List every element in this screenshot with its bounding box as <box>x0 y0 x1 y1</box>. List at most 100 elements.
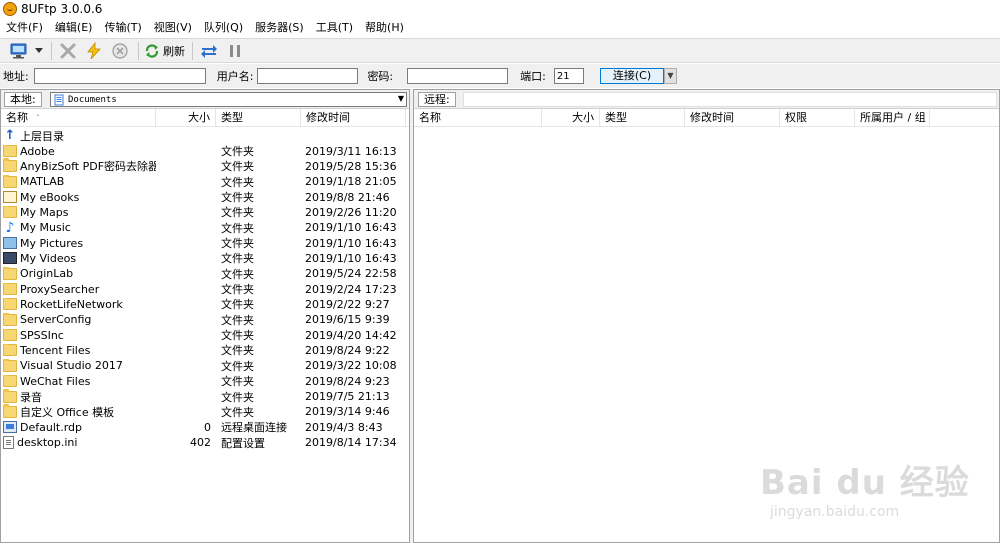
table-row[interactable]: My eBooks 文件夹 2019/8/8 21:46 <box>1 189 409 204</box>
table-row[interactable]: My Videos 文件夹 2019/1/10 16:43 <box>1 251 409 266</box>
stop-button[interactable] <box>109 40 131 61</box>
table-row[interactable]: ♪ My Music 文件夹 2019/1/10 16:43 <box>1 220 409 235</box>
menu-transfer[interactable]: 传输(T) <box>98 18 147 37</box>
table-row[interactable]: My Pictures 文件夹 2019/1/10 16:43 <box>1 235 409 250</box>
row-type: 文件夹 <box>221 145 254 159</box>
menu-help[interactable]: 帮助(H) <box>359 18 410 37</box>
remote-col-permissions[interactable]: 权限 <box>780 109 855 127</box>
username-input[interactable] <box>257 68 359 84</box>
pause-button[interactable] <box>224 40 246 61</box>
table-row[interactable]: ProxySearcher 文件夹 2019/2/24 17:23 <box>1 281 409 296</box>
password-input[interactable] <box>407 68 509 84</box>
watermark-main: Bai du 经验 <box>760 463 970 503</box>
remote-col-size[interactable]: 大小 <box>542 109 600 127</box>
row-name: Default.rdp <box>20 420 82 434</box>
row-name-cell: My Videos <box>1 252 156 265</box>
site-manager-dropdown[interactable] <box>34 40 44 61</box>
row-name-cell: ↑ 上层目录 <box>1 128 156 144</box>
row-type: 文件夹 <box>221 344 254 358</box>
row-name: Adobe <box>20 144 55 158</box>
row-type: 文件夹 <box>221 160 254 174</box>
row-modified: 2019/2/24 17:23 <box>305 282 397 296</box>
row-size: 0 <box>204 420 211 434</box>
remote-path-bar: 远程: <box>414 90 999 109</box>
toolbar-separator <box>138 41 139 60</box>
row-modified: 2019/2/26 11:20 <box>305 205 397 219</box>
connect-button[interactable]: 连接(C) <box>600 68 664 84</box>
table-row[interactable]: OriginLab 文件夹 2019/5/24 22:58 <box>1 266 409 281</box>
port-input[interactable] <box>553 68 584 84</box>
menu-file[interactable]: 文件(F) <box>0 18 49 37</box>
quick-connect-button[interactable] <box>83 40 105 61</box>
row-name-cell: 自定义 Office 模板 <box>1 403 156 420</box>
password-label: 密码: <box>367 70 394 83</box>
row-name-cell: Tencent Files <box>1 343 156 357</box>
remote-col-modified[interactable]: 修改时间 <box>685 109 780 127</box>
videos-folder-icon <box>3 252 17 265</box>
row-type: 文件夹 <box>221 298 254 312</box>
row-type: 文件夹 <box>221 283 254 297</box>
connect-dropdown[interactable]: ▼ <box>664 68 677 84</box>
row-name-cell: 录音 <box>1 388 156 405</box>
row-name: desktop.ini <box>17 436 78 450</box>
table-row[interactable]: ServerConfig 文件夹 2019/6/15 9:39 <box>1 312 409 327</box>
row-type: 文件夹 <box>221 329 254 343</box>
table-row[interactable]: Adobe 文件夹 2019/3/11 16:13 <box>1 143 409 158</box>
transfer-queue-button[interactable] <box>198 40 220 61</box>
remote-col-owner[interactable]: 所属用户 / 组 <box>855 109 930 127</box>
table-row[interactable]: Default.rdp 0 远程桌面连接 2019/4/3 8:43 <box>1 420 409 435</box>
table-row[interactable]: AnyBizSoft PDF密码去除器... 文件夹 2019/5/28 15:36 <box>1 158 409 174</box>
local-col-type[interactable]: 类型 <box>216 109 301 127</box>
menu-queue[interactable]: 队列(Q) <box>198 18 249 37</box>
menu-tools[interactable]: 工具(T) <box>310 18 359 37</box>
row-name-cell: My eBooks <box>1 191 156 204</box>
row-modified: 2019/8/24 9:22 <box>305 343 390 357</box>
site-manager-button[interactable] <box>8 40 30 61</box>
table-row[interactable]: SPSSInc 文件夹 2019/4/20 14:42 <box>1 327 409 342</box>
local-col-name[interactable]: 名称 ˆ <box>1 109 156 127</box>
row-type: 文件夹 <box>221 359 254 373</box>
table-row[interactable]: RocketLifeNetwork 文件夹 2019/2/22 9:27 <box>1 297 409 312</box>
table-row[interactable]: 录音 文件夹 2019/7/5 21:13 <box>1 388 409 405</box>
folder-icon <box>3 388 17 403</box>
table-row[interactable]: 自定义 Office 模板 文件夹 2019/3/14 9:46 <box>1 403 409 420</box>
row-modified: 2019/4/3 8:43 <box>305 420 383 434</box>
row-name: MATLAB <box>20 175 65 189</box>
table-row[interactable]: My Maps 文件夹 2019/2/26 11:20 <box>1 205 409 220</box>
folder-icon <box>3 328 17 342</box>
remote-col-type[interactable]: 类型 <box>600 109 685 127</box>
local-path-combo[interactable]: Documents ▼ <box>50 92 407 107</box>
refresh-label: 刷新 <box>163 44 185 58</box>
row-name-cell: OriginLab <box>1 267 156 280</box>
table-row[interactable]: MATLAB 文件夹 2019/1/18 21:05 <box>1 174 409 189</box>
table-row[interactable]: desktop.ini 402 配置设置 2019/8/14 17:34 <box>1 435 409 450</box>
menu-view[interactable]: 视图(V) <box>148 18 198 37</box>
row-modified: 2019/1/18 21:05 <box>305 175 397 189</box>
table-row[interactable]: Tencent Files 文件夹 2019/8/24 9:22 <box>1 343 409 358</box>
row-name-cell: Default.rdp <box>1 421 156 434</box>
toolbar-separator <box>51 41 52 60</box>
menu-edit[interactable]: 编辑(E) <box>49 18 99 37</box>
chevron-down-icon[interactable]: ▼ <box>398 94 404 103</box>
site-manager-icon <box>10 43 27 58</box>
app-logo-icon <box>3 2 17 16</box>
local-path-bar: 本地: Documents ▼ <box>1 90 409 109</box>
disconnect-button[interactable] <box>57 40 79 61</box>
table-row[interactable]: ↑ 上层目录 <box>1 128 409 143</box>
row-type: 文件夹 <box>221 252 254 266</box>
row-type: 文件夹 <box>221 191 254 205</box>
remote-col-name[interactable]: 名称 <box>414 109 542 127</box>
toolbar: 刷新 <box>0 38 1000 63</box>
sort-ascending-icon: ˆ <box>36 114 40 123</box>
menu-server[interactable]: 服务器(S) <box>249 18 310 37</box>
local-path-value: Documents <box>68 94 117 105</box>
row-type: 文件夹 <box>221 206 254 220</box>
table-row[interactable]: WeChat Files 文件夹 2019/8/24 9:23 <box>1 374 409 389</box>
row-modified: 2019/1/10 16:43 <box>305 251 397 265</box>
remote-path-field[interactable] <box>463 92 997 107</box>
table-row[interactable]: Visual Studio 2017 文件夹 2019/3/22 10:08 <box>1 358 409 373</box>
local-col-modified[interactable]: 修改时间 <box>301 109 406 127</box>
local-col-size[interactable]: 大小 <box>156 109 216 127</box>
address-input[interactable] <box>33 68 206 84</box>
refresh-button[interactable]: 刷新 <box>144 40 185 61</box>
